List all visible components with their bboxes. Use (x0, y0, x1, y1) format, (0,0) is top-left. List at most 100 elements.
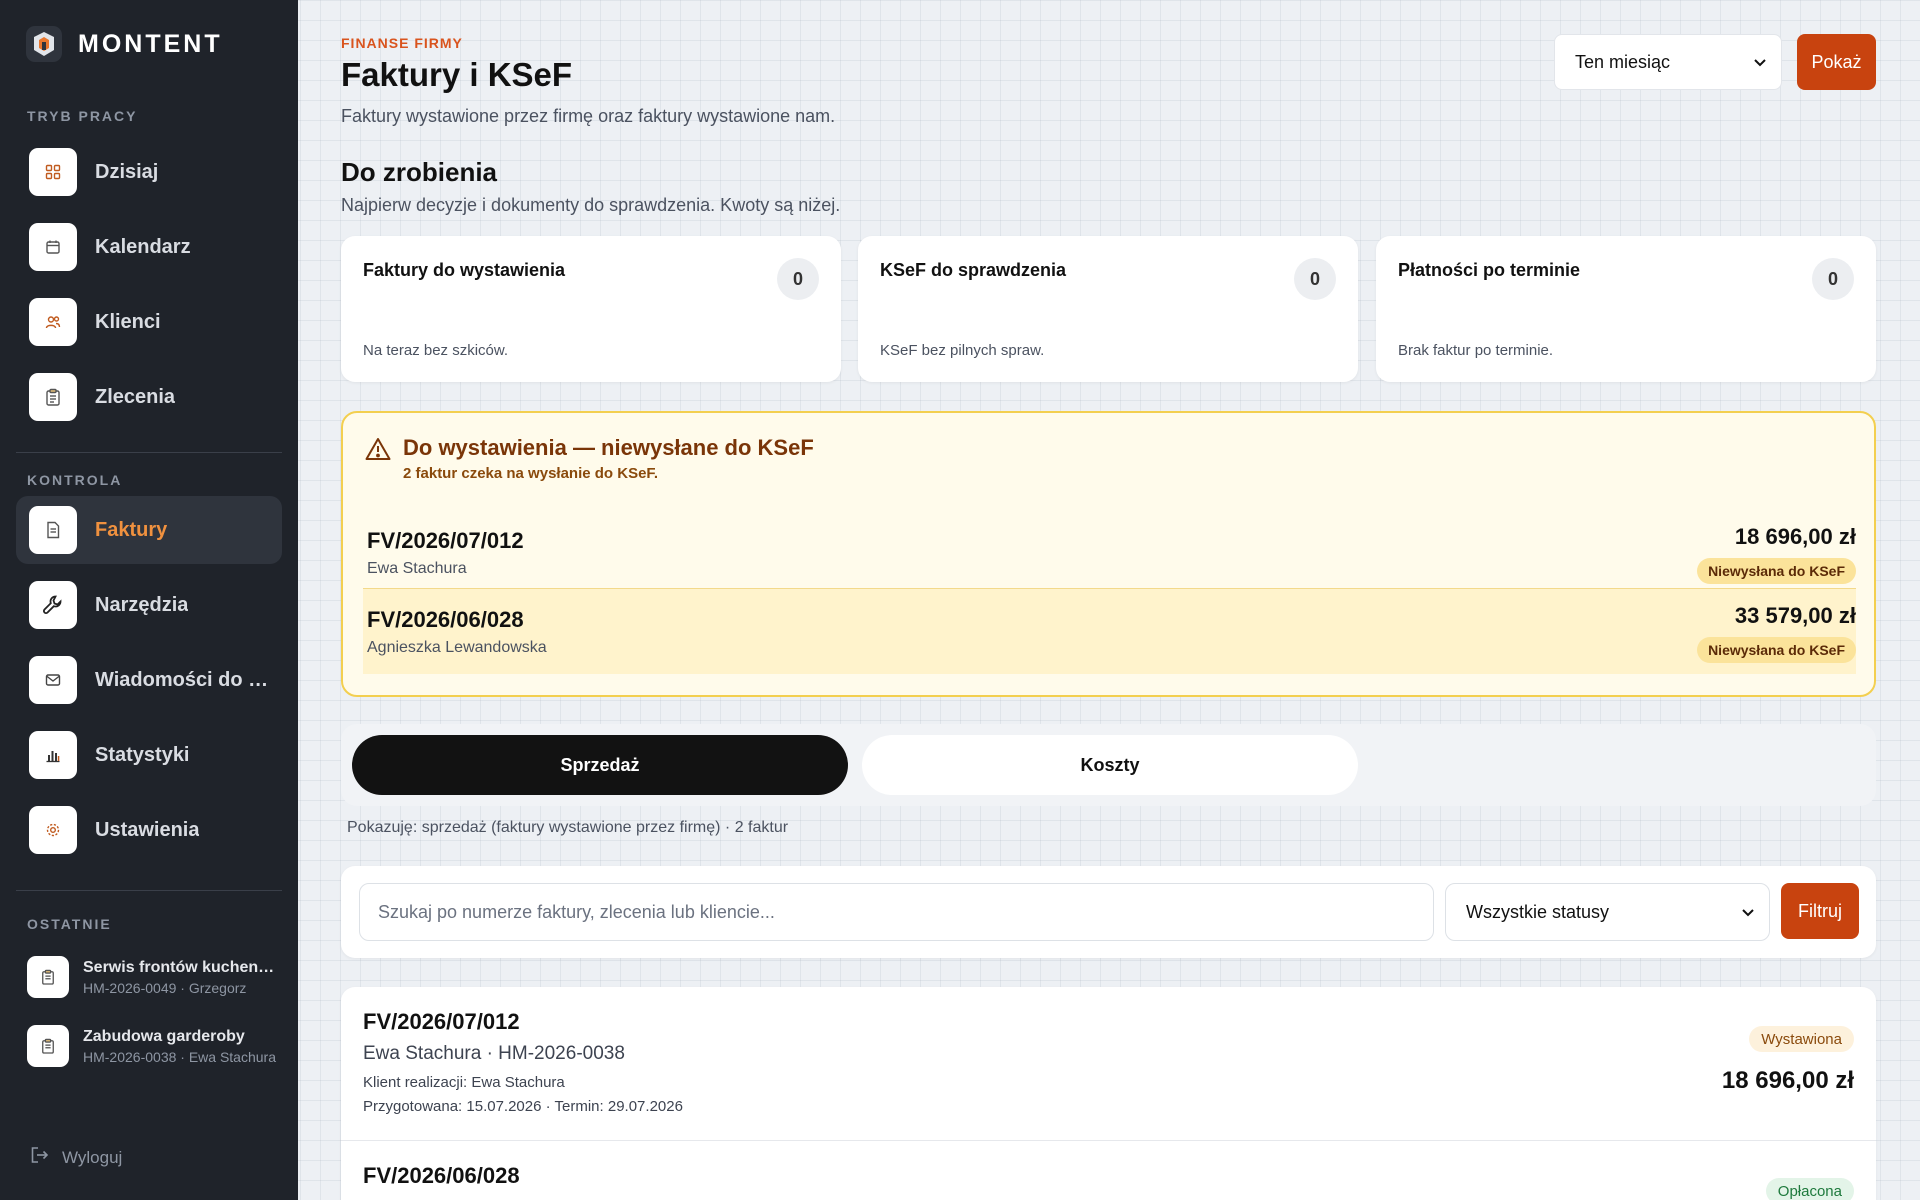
recent-item-title: Serwis frontów kuchennych (83, 958, 277, 976)
clipboard-icon (27, 956, 69, 998)
sidebar-item-label: Wiadomości do klientów (95, 668, 275, 691)
logout-button[interactable]: Wyloguj (30, 1146, 122, 1169)
users-icon (29, 298, 77, 346)
warning-icon (365, 437, 391, 466)
invoice-dates: Przygotowana: 15.07.2026 · Termin: 29.07… (363, 1098, 683, 1115)
sidebar-divider (16, 452, 282, 453)
todo-card-title: Faktury do wystawienia (363, 260, 566, 280)
sidebar-item-label: Klienci (95, 310, 161, 333)
alert-invoice-number: FV/2026/06/028 (367, 607, 524, 632)
logout-icon (30, 1146, 50, 1169)
chevron-down-icon (1753, 52, 1767, 73)
showing-summary: Pokazuję: sprzedaż (faktury wystawione p… (347, 819, 789, 836)
filter-bar: Wszystkie statusy Filtruj (341, 866, 1876, 958)
section-label-recent: OSTATNIE (27, 916, 112, 932)
gear-icon (29, 806, 77, 854)
todo-card-note: Na teraz bez szkiców. (363, 342, 509, 359)
sidebar: MONTENT TRYB PRACY Dzisiaj Kalendarz Kli… (0, 0, 298, 1200)
sidebar-item-label: Kalendarz (95, 235, 191, 258)
tab-costs[interactable]: Koszty (862, 735, 1358, 795)
sidebar-item-label: Ustawienia (95, 818, 200, 841)
tab-sales[interactable]: Sprzedaż (352, 735, 848, 795)
page-title: Faktury i KSeF (341, 56, 573, 93)
chevron-down-icon (1741, 902, 1755, 923)
todo-card-title: KSeF do sprawdzenia (880, 260, 1067, 280)
recent-item-title: Zabudowa garderoby (83, 1027, 245, 1045)
clipboard-icon (27, 1025, 69, 1067)
todo-card-note: KSeF bez pilnych spraw. (880, 342, 1045, 359)
status-select[interactable]: Wszystkie statusy (1445, 883, 1770, 941)
section-label-work: TRYB PRACY (27, 108, 138, 124)
todo-card-count: 0 (777, 258, 819, 300)
calendar-icon (29, 223, 77, 271)
period-select-value: Ten miesiąc (1575, 51, 1671, 72)
invoice-realization: Klient realizacji: Ewa Stachura (363, 1074, 565, 1091)
invoice-number: FV/2026/07/012 (363, 1009, 520, 1034)
sidebar-item-label: Faktury (95, 518, 168, 541)
alert-title: Do wystawienia — niewysłane do KSeF (403, 435, 814, 460)
sidebar-item-label: Narzędzia (95, 593, 189, 616)
list-item[interactable]: FV/2026/07/012 Ewa Stachura · HM-2026-00… (341, 987, 1876, 1140)
period-select[interactable]: Ten miesiąc (1554, 34, 1782, 90)
alert-invoice-amount: 18 696,00 zł (1734, 524, 1856, 549)
mail-icon (29, 656, 77, 704)
filter-button[interactable]: Filtruj (1781, 883, 1859, 939)
invoice-client-line: Ewa Stachura · HM-2026-0038 (363, 1043, 625, 1064)
status-badge: Niewysłana do KSeF (1697, 558, 1856, 584)
invoice-list: FV/2026/07/012 Ewa Stachura · HM-2026-00… (341, 987, 1876, 1200)
recent-item-sub: HM-2026-0038 · Ewa Stachura (83, 1048, 276, 1065)
alert-invoice-row[interactable]: FV/2026/06/028 Agnieszka Lewandowska 33 … (363, 588, 1856, 674)
todo-card-note: Brak faktur po terminie. (1398, 342, 1554, 359)
logout-label: Wyloguj (62, 1147, 123, 1167)
todo-card-ksef-check[interactable]: KSeF do sprawdzenia 0 KSeF bez pilnych s… (858, 236, 1358, 382)
todo-subtitle: Najpierw decyzje i dokumenty do sprawdze… (341, 195, 841, 215)
status-select-value: Wszystkie statusy (1466, 901, 1610, 922)
invoice-type-tabs: Sprzedaż Koszty (341, 724, 1876, 806)
alert-invoice-row[interactable]: FV/2026/07/012 Ewa Stachura 18 696,00 zł… (363, 510, 1856, 596)
list-item[interactable]: FV/2026/06/028 Opłacona (341, 1140, 1876, 1200)
wrench-icon (29, 581, 77, 629)
sidebar-item-settings[interactable]: Ustawienia (16, 796, 282, 864)
todo-card-count: 0 (1294, 258, 1336, 300)
sidebar-item-invoices[interactable]: Faktury (16, 496, 282, 564)
invoice-number: FV/2026/06/028 (363, 1163, 520, 1188)
brand[interactable]: MONTENT (26, 26, 223, 62)
sidebar-item-label: Statystyki (95, 743, 190, 766)
grid-icon (29, 148, 77, 196)
recent-item[interactable]: Zabudowa garderoby HM-2026-0038 · Ewa St… (27, 1025, 277, 1067)
sidebar-item-clients[interactable]: Klienci (16, 288, 282, 356)
recent-item-sub: HM-2026-0049 · Grzegorz (83, 979, 247, 996)
status-badge: Opłacona (1765, 1178, 1854, 1200)
status-badge: Niewysłana do KSeF (1697, 637, 1856, 663)
ksef-alert: Do wystawienia — niewysłane do KSeF 2 fa… (341, 411, 1876, 697)
alert-invoice-client: Agnieszka Lewandowska (367, 639, 547, 656)
alert-invoice-amount: 33 579,00 zł (1734, 603, 1856, 628)
show-button[interactable]: Pokaż (1797, 34, 1876, 90)
search-input[interactable] (359, 883, 1434, 941)
alert-invoice-number: FV/2026/07/012 (367, 528, 524, 553)
recent-item[interactable]: Serwis frontów kuchennych HM-2026-0049 ·… (27, 956, 277, 998)
brand-name: MONTENT (78, 29, 223, 58)
brand-logo-icon (26, 26, 62, 62)
sidebar-item-orders[interactable]: Zlecenia (16, 363, 282, 431)
sidebar-item-label: Dzisiaj (95, 160, 159, 183)
status-badge: Wystawiona (1749, 1026, 1854, 1052)
sidebar-item-today[interactable]: Dzisiaj (16, 138, 282, 206)
todo-title: Do zrobienia (341, 157, 498, 187)
todo-card-overdue[interactable]: Płatności po terminie 0 Brak faktur po t… (1376, 236, 1876, 382)
page-subtitle: Faktury wystawione przez firmę oraz fakt… (341, 106, 836, 126)
alert-invoice-client: Ewa Stachura (367, 560, 467, 577)
todo-card-to-issue[interactable]: Faktury do wystawienia 0 Na teraz bez sz… (341, 236, 841, 382)
page-eyebrow: FINANSE FIRMY (341, 35, 463, 51)
todo-card-count: 0 (1812, 258, 1854, 300)
sidebar-item-calendar[interactable]: Kalendarz (16, 213, 282, 281)
todo-card-title: Płatności po terminie (1398, 260, 1581, 280)
bar-chart-icon (29, 731, 77, 779)
sidebar-item-stats[interactable]: Statystyki (16, 721, 282, 789)
document-icon (29, 506, 77, 554)
sidebar-item-label: Zlecenia (95, 385, 176, 408)
sidebar-item-tools[interactable]: Narzędzia (16, 571, 282, 639)
invoice-amount: 18 696,00 zł (1721, 1067, 1854, 1094)
section-label-control: KONTROLA (27, 472, 123, 488)
sidebar-item-messages[interactable]: Wiadomości do klientów (16, 646, 282, 714)
